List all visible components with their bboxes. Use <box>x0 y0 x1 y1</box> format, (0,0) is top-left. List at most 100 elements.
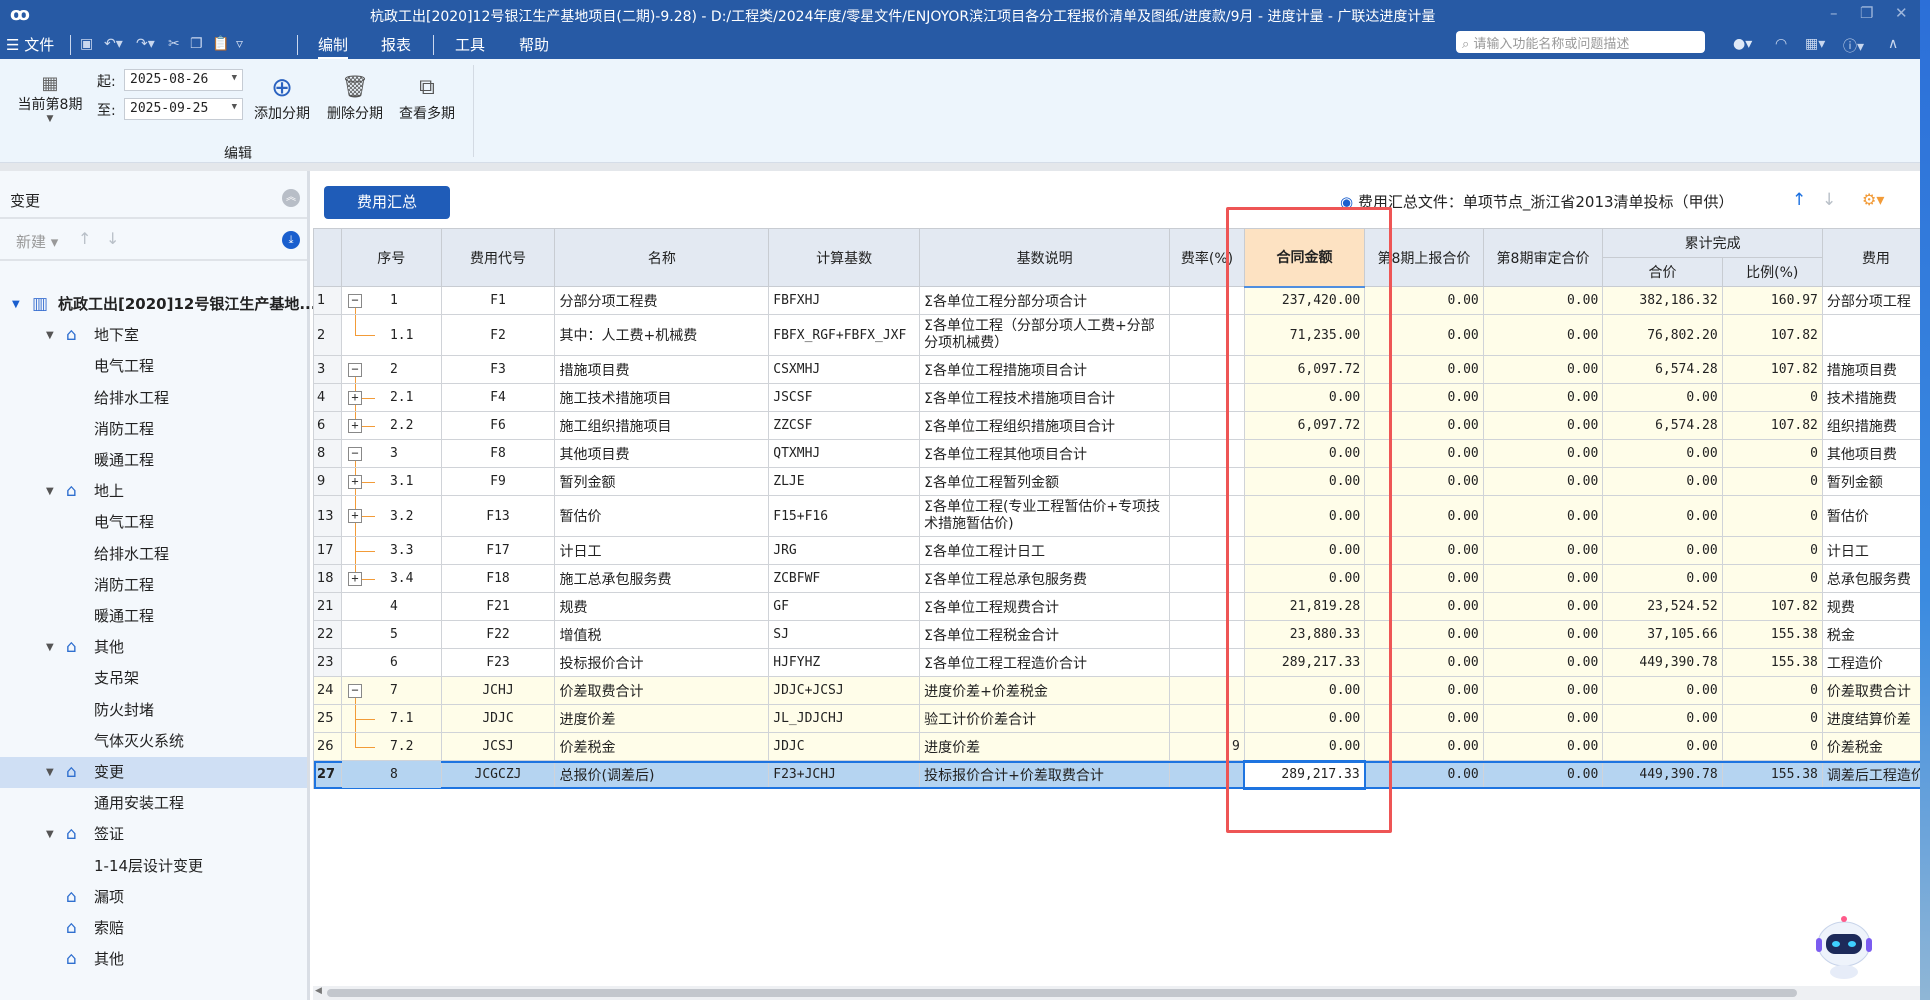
code-cell[interactable]: F9 <box>440 467 556 496</box>
contract-amount-cell[interactable]: 0.00 <box>1243 383 1366 412</box>
rate-cell[interactable] <box>1169 314 1245 356</box>
redo-icon[interactable]: ↷▾ <box>136 36 155 52</box>
code-cell[interactable]: F13 <box>440 495 556 537</box>
row-number[interactable]: 21 <box>313 592 342 621</box>
header-contract-amount[interactable]: 合同金额 <box>1243 228 1366 288</box>
tree-item[interactable]: 消防工程 <box>0 414 307 445</box>
approved-cell[interactable]: 0.00 <box>1482 732 1604 761</box>
end-date-picker[interactable]: 2025-09-25 ▼ <box>124 98 243 120</box>
row-number[interactable]: 2 <box>313 314 342 356</box>
name-cell[interactable]: 规费 <box>554 592 770 621</box>
rate-cell[interactable] <box>1169 564 1245 593</box>
desc-cell[interactable]: Σ各单位工程分部分项合计 <box>919 286 1171 315</box>
code-cell[interactable]: F1 <box>440 286 556 315</box>
code-cell[interactable]: F18 <box>440 564 556 593</box>
base-cell[interactable]: HJFYHZ <box>768 648 921 677</box>
header-reported[interactable]: 第8期上报合价 <box>1364 228 1484 287</box>
table-row[interactable]: 24 7− JCHJ 价差取费合计 JDJC+JCSJ 进度价差+价差税金 0.00 0.00… <box>313 676 1930 705</box>
table-row[interactable]: 21 4 F21 规费 GF Σ各单位工程规费合计 21,819.28 0.00 0.00 23,… <box>313 592 1930 621</box>
code-cell[interactable]: F17 <box>440 536 556 565</box>
seq-cell[interactable]: 2.2 + <box>340 411 442 440</box>
contract-amount-cell[interactable]: 23,880.33 <box>1243 620 1366 649</box>
cum-ratio-cell[interactable]: 155.38 <box>1721 620 1823 649</box>
contract-amount-cell[interactable]: 0.00 <box>1243 732 1366 761</box>
table-row[interactable]: 26 7.2 JCSJ 价差税金 JDJC 进度价差 9 0.00 0.00 0.00 0.00 0 价… <box>313 732 1930 761</box>
rate-cell[interactable] <box>1169 760 1245 789</box>
fee-type-cell[interactable]: 暂列金额 <box>1821 467 1930 496</box>
name-cell[interactable]: 计日工 <box>554 536 770 565</box>
collapse-ribbon-icon[interactable]: ∧ <box>1888 36 1898 52</box>
cum-ratio-cell[interactable]: 0 <box>1721 467 1823 496</box>
copy-icon[interactable]: ❐ <box>190 36 203 52</box>
seq-cell[interactable]: 3.3 <box>340 536 442 565</box>
tree-item[interactable]: ⌂ 索赔 <box>0 913 307 944</box>
rate-cell[interactable] <box>1169 536 1245 565</box>
reported-cell[interactable]: 0.00 <box>1364 676 1484 705</box>
contract-amount-cell[interactable]: 237,420.00 <box>1243 286 1366 315</box>
expand-triangle-icon[interactable]: ▼ <box>46 320 54 351</box>
cum-total-cell[interactable]: 0.00 <box>1602 383 1723 412</box>
fee-type-cell[interactable]: 工程造价 <box>1821 648 1930 677</box>
base-cell[interactable]: FBFX_RGF+FBFX_JXF <box>768 314 921 356</box>
header-rate[interactable]: 费率(%) <box>1169 228 1245 287</box>
approved-cell[interactable]: 0.00 <box>1482 355 1604 384</box>
seq-cell[interactable]: 2− <box>340 355 442 384</box>
cum-total-cell[interactable]: 449,390.78 <box>1602 648 1723 677</box>
seq-cell[interactable]: 7.2 <box>340 732 442 761</box>
cum-ratio-cell[interactable]: 0 <box>1721 383 1823 412</box>
view-periods-button[interactable]: ⧉ 查看多期 <box>395 73 459 123</box>
desc-cell[interactable]: Σ各单位工程其他项目合计 <box>919 439 1171 468</box>
restore-button[interactable]: ❐ <box>1860 4 1873 22</box>
approved-cell[interactable]: 0.00 <box>1482 704 1604 733</box>
rate-cell[interactable] <box>1169 592 1245 621</box>
code-cell[interactable]: F3 <box>440 355 556 384</box>
desc-cell[interactable]: Σ各单位工程总承包服务费 <box>919 564 1171 593</box>
approved-cell[interactable]: 0.00 <box>1482 620 1604 649</box>
cum-total-cell[interactable]: 0.00 <box>1602 467 1723 496</box>
rate-cell[interactable] <box>1169 676 1245 705</box>
table-row[interactable]: 3 2− F3 措施项目费 CSXMHJ Σ各单位工程措施项目合计 6,097.72 0.00… <box>313 355 1930 384</box>
tree-item[interactable]: ▼ ⌂ 其他 <box>0 632 307 663</box>
desc-cell[interactable]: Σ各单位工程(专业工程暂估价+专项技术措施暂估价) <box>919 495 1171 537</box>
tab-edit[interactable]: 编制 <box>318 34 349 59</box>
cum-total-cell[interactable]: 0.00 <box>1602 564 1723 593</box>
code-cell[interactable]: F2 <box>440 314 556 356</box>
header-cum-total[interactable]: 合价 <box>1602 257 1723 287</box>
collapse-icon[interactable]: − <box>347 362 362 377</box>
close-button[interactable]: ✕ <box>1895 4 1908 22</box>
name-cell[interactable]: 价差取费合计 <box>554 676 770 705</box>
fee-type-cell[interactable]: 技术措施费 <box>1821 383 1930 412</box>
name-cell[interactable]: 其他项目费 <box>554 439 770 468</box>
rate-cell[interactable] <box>1169 355 1245 384</box>
tree-item[interactable]: 气体灭火系统 <box>0 726 307 757</box>
rate-cell[interactable] <box>1169 620 1245 649</box>
row-number[interactable]: 6 <box>313 411 342 440</box>
row-number[interactable]: 24 <box>313 676 342 705</box>
name-cell[interactable]: 暂估价 <box>554 495 770 537</box>
contract-amount-cell[interactable]: 289,217.33 <box>1243 648 1366 677</box>
table-row[interactable]: 4 2.1 + F4 施工技术措施项目 JSCSF Σ各单位工程技术措施项目合计 0.00 0.… <box>313 383 1930 412</box>
cum-ratio-cell[interactable]: 0 <box>1721 704 1823 733</box>
desc-cell[interactable]: Σ各单位工程规费合计 <box>919 592 1171 621</box>
base-cell[interactable]: JSCSF <box>768 383 921 412</box>
minimize-button[interactable]: – <box>1830 4 1838 22</box>
approved-cell[interactable]: 0.00 <box>1482 286 1604 315</box>
cum-ratio-cell[interactable]: 0 <box>1721 536 1823 565</box>
fee-type-cell[interactable]: 总承包服务费 <box>1821 564 1930 593</box>
horizontal-scrollbar[interactable]: ◀ <box>313 986 1920 1000</box>
code-cell[interactable]: F21 <box>440 592 556 621</box>
reported-cell[interactable]: 0.00 <box>1364 355 1484 384</box>
base-cell[interactable]: JRG <box>768 536 921 565</box>
desc-cell[interactable]: 进度价差 <box>919 732 1171 761</box>
reported-cell[interactable]: 0.00 <box>1364 286 1484 315</box>
tree-item[interactable]: 暖通工程 <box>0 445 307 476</box>
download-icon[interactable]: ⤓ <box>282 231 300 249</box>
fee-type-cell[interactable]: 调差后工程造价 <box>1821 760 1930 789</box>
header-code[interactable]: 费用代号 <box>440 228 556 287</box>
add-period-button[interactable]: ⊕ 添加分期 <box>250 73 314 123</box>
current-period-selector[interactable]: ▦ 当前第8期 ▼ <box>14 73 86 124</box>
tree-item[interactable]: 电气工程 <box>0 351 307 382</box>
info-icon[interactable]: ⓘ▾ <box>1843 36 1864 56</box>
base-cell[interactable]: F15+F16 <box>768 495 921 537</box>
row-number[interactable]: 13 <box>313 495 342 537</box>
